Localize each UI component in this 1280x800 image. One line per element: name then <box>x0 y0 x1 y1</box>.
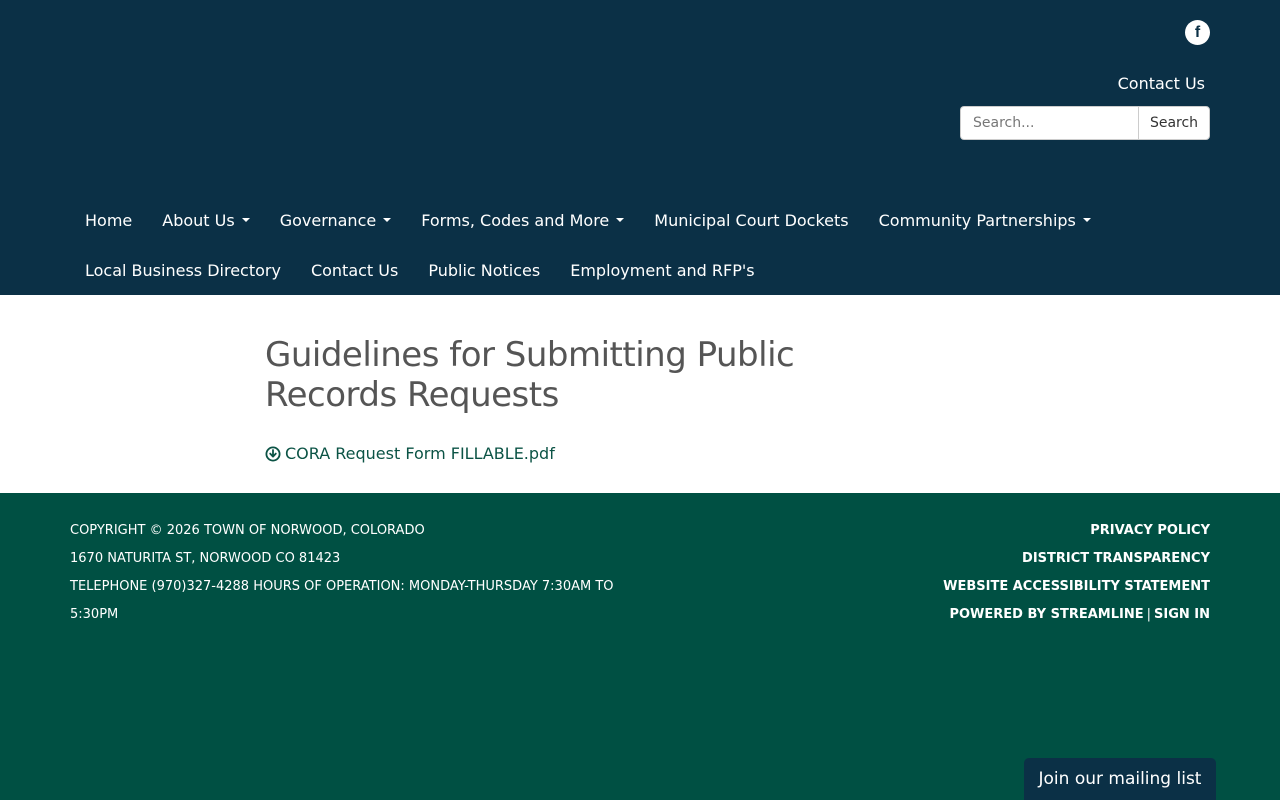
page-title: Guidelines for Submitting Public Records… <box>265 335 795 415</box>
header-contact-link[interactable]: Contact Us <box>1118 74 1205 93</box>
district-transparency-link[interactable]: District Transparency <box>943 545 1210 573</box>
nav-item-about-us[interactable]: About Us <box>147 211 264 230</box>
nav-item-governance[interactable]: Governance <box>265 211 407 230</box>
footer-phone-hours: Telephone (970)327-4288 Hours of Operati… <box>70 579 614 622</box>
footer-copyright: Copyright © 2026 Town of Norwood, Colora… <box>70 523 425 538</box>
search-form: Search <box>960 106 1210 140</box>
footer-separator: | <box>1146 607 1151 622</box>
nav-row-2: Local Business Directory Contact Us Publ… <box>70 245 1210 295</box>
caret-down-icon <box>383 218 392 222</box>
caret-down-icon <box>241 218 250 222</box>
nav-item-public-notices[interactable]: Public Notices <box>413 261 555 280</box>
footer-address: 1670 Naturita St, Norwood CO 81423 <box>70 551 341 566</box>
nav-item-community-partnerships[interactable]: Community Partnerships <box>864 211 1106 230</box>
nav-item-court-dockets[interactable]: Municipal Court Dockets <box>639 211 863 230</box>
nav-item-label: Local Business Directory <box>85 260 281 280</box>
site-footer: Copyright © 2026 Town of Norwood, Colora… <box>0 493 1280 800</box>
nav-item-label: Contact Us <box>310 260 399 280</box>
privacy-policy-link[interactable]: Privacy Policy <box>943 517 1210 545</box>
nav-item-label: Home <box>85 210 133 230</box>
footer-powered-row: Powered by Streamline | Sign In <box>943 601 1210 629</box>
mailing-list-button[interactable]: Join our mailing list <box>1024 758 1216 800</box>
main-content: Guidelines for Submitting Public Records… <box>265 335 825 463</box>
search-button[interactable]: Search <box>1138 106 1210 140</box>
powered-by-link[interactable]: Powered by Streamline <box>949 607 1143 622</box>
nav-item-forms-codes[interactable]: Forms, Codes and More <box>406 211 639 230</box>
nav-item-label: Municipal Court Dockets <box>654 210 849 230</box>
accessibility-statement-link[interactable]: Website Accessibility Statement <box>943 573 1210 601</box>
sign-in-link[interactable]: Sign In <box>1154 607 1210 622</box>
site-header: f Contact Us Search Home About Us Govern… <box>0 0 1280 295</box>
main-nav: Home About Us Governance Forms, Codes an… <box>70 195 1210 295</box>
nav-item-label: Forms, Codes and More <box>421 210 610 230</box>
facebook-icon[interactable]: f <box>1185 20 1210 45</box>
attachment-label: CORA Request Form FILLABLE.pdf <box>285 444 555 463</box>
caret-down-icon <box>1082 218 1091 222</box>
footer-info: Copyright © 2026 Town of Norwood, Colora… <box>70 517 630 629</box>
search-input[interactable] <box>960 106 1138 140</box>
nav-item-contact-us[interactable]: Contact Us <box>296 261 413 280</box>
nav-item-label: About Us <box>162 210 235 230</box>
nav-item-label: Employment and RFP's <box>570 260 755 280</box>
footer-links: Privacy Policy District Transparency Web… <box>943 517 1210 629</box>
nav-item-business-directory[interactable]: Local Business Directory <box>70 261 296 280</box>
nav-item-label: Governance <box>279 210 377 230</box>
caret-down-icon <box>616 218 625 222</box>
download-circle-icon <box>265 446 281 461</box>
nav-item-label: Public Notices <box>428 260 541 280</box>
nav-row-1: Home About Us Governance Forms, Codes an… <box>70 195 1210 245</box>
attachment-link[interactable]: CORA Request Form FILLABLE.pdf <box>265 444 825 463</box>
nav-item-employment[interactable]: Employment and RFP's <box>555 261 769 280</box>
nav-item-home[interactable]: Home <box>70 211 147 230</box>
nav-item-label: Community Partnerships <box>878 210 1076 230</box>
